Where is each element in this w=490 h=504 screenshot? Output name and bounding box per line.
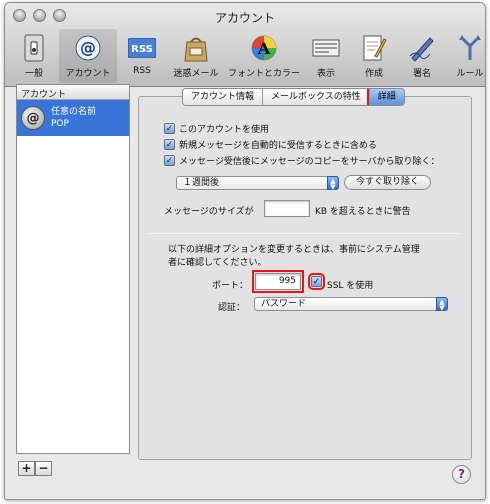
- select-arrows-icon: ▲ ▼: [327, 176, 339, 191]
- include-auto-check-label: 新規メッセージを自動的に受信するときに含める: [179, 141, 377, 151]
- signature-pen-icon: [407, 33, 437, 63]
- toolbar-signatures[interactable]: 署名: [399, 29, 445, 83]
- remove-copy-label: メッセージ受信後にメッセージのコピーをサーバから取り除く：: [179, 157, 440, 167]
- account-list: アカウント @ 任意の名前 POP: [16, 84, 130, 454]
- general-switch-icon: [19, 33, 49, 63]
- port-field[interactable]: 995: [252, 270, 304, 293]
- add-account-button[interactable]: +: [18, 461, 35, 476]
- rss-icon: RSS: [127, 33, 157, 63]
- toolbar-label: RSS: [133, 66, 151, 76]
- toolbar-label: 迷惑メール: [173, 69, 219, 79]
- font-color-icon: A: [249, 33, 279, 63]
- title-bar: アカウント 一般 @ アカウント RSS RSS 迷惑メール A フォントとカラ…: [5, 3, 485, 87]
- tab-mailbox-behaviors[interactable]: メールボックスの特性: [263, 89, 370, 105]
- svg-text:A: A: [257, 39, 271, 58]
- divider: [148, 233, 460, 234]
- checkbox-checked[interactable]: ✓: [311, 276, 322, 287]
- authentication-select[interactable]: パスワード ▲ ▼: [254, 297, 448, 312]
- account-type: POP: [51, 119, 69, 129]
- toolbar-label: 表示: [316, 69, 335, 79]
- tab-bar: アカウント情報 メールボックスの特性 詳細: [182, 88, 405, 106]
- tab-advanced[interactable]: 詳細: [366, 89, 404, 105]
- select-arrows-icon: ▲ ▼: [436, 297, 448, 312]
- toolbar-label: 作成: [364, 69, 383, 79]
- enable-account-label: このアカウントを使用: [179, 125, 270, 135]
- remove-after-select[interactable]: １週間後 ▲ ▼: [176, 176, 339, 191]
- toolbar-accounts[interactable]: @ アカウント: [59, 29, 117, 83]
- toolbar-fonts-colors[interactable]: A フォントとカラー: [227, 29, 301, 83]
- at-sign-icon: @: [21, 106, 45, 130]
- toolbar: 一般 @ アカウント RSS RSS 迷惑メール A フォントとカラー 表示 作…: [11, 29, 485, 83]
- toolbar-label: アカウント: [65, 69, 111, 79]
- notice-line-2: 者に確認してください。: [168, 258, 267, 268]
- toolbar-label: ルール: [456, 69, 484, 79]
- toolbar-rules[interactable]: ルール: [447, 29, 485, 83]
- auth-label: 認証：: [218, 303, 246, 313]
- tab-account-information[interactable]: アカウント情報: [183, 89, 264, 105]
- notice-line-1: 以下の詳細オプションを変更するときは、事前にシステム管理: [168, 245, 420, 255]
- remove-after-value: １週間後: [183, 178, 220, 188]
- svg-text:@: @: [80, 38, 96, 57]
- junk-mail-bag-icon: [181, 33, 211, 63]
- toolbar-general[interactable]: 一般: [11, 29, 57, 83]
- remove-copy-option[interactable]: ✓ メッセージ受信後にメッセージのコピーをサーバから取り除く：: [164, 154, 440, 167]
- toolbar-label: 署名: [412, 69, 431, 79]
- message-size-suffix: KB を超えるときに警告: [315, 207, 411, 217]
- account-row[interactable]: @ 任意の名前 POP: [17, 100, 129, 136]
- message-size-label: メッセージのサイズが: [164, 207, 254, 217]
- remove-now-button[interactable]: 今すぐ取り除く: [344, 175, 431, 190]
- account-list-controls: + −: [18, 461, 52, 476]
- ssl-checkbox-wrapper[interactable]: ✓: [308, 273, 325, 290]
- authentication-value: パスワード: [261, 299, 307, 309]
- checkbox-checked[interactable]: ✓: [164, 155, 175, 166]
- toolbar-label: フォントとカラー: [227, 69, 300, 79]
- toolbar-rss[interactable]: RSS RSS: [119, 29, 165, 83]
- include-auto-check-option[interactable]: ✓ 新規メッセージを自動的に受信するときに含める: [164, 138, 377, 151]
- toolbar-junk[interactable]: 迷惑メール: [167, 29, 225, 83]
- at-sign-icon: @: [73, 33, 103, 63]
- account-name: 任意の名前: [51, 107, 97, 117]
- toolbar-compose[interactable]: 作成: [351, 29, 397, 83]
- remove-account-button[interactable]: −: [35, 461, 52, 476]
- ssl-label: SSL を使用: [327, 281, 374, 291]
- window-title: アカウント: [214, 11, 275, 25]
- rules-icon: [455, 33, 485, 63]
- toolbar-label: 一般: [24, 69, 43, 79]
- help-button[interactable]: ?: [452, 465, 471, 484]
- message-size-field[interactable]: [264, 200, 310, 217]
- svg-text:RSS: RSS: [131, 44, 153, 55]
- checkbox-checked[interactable]: ✓: [164, 139, 175, 150]
- enable-account-option[interactable]: ✓ このアカウントを使用: [164, 122, 269, 135]
- toolbar-view[interactable]: 表示: [303, 29, 349, 83]
- account-list-header: アカウント: [17, 85, 129, 100]
- checkbox-checked[interactable]: ✓: [164, 123, 175, 134]
- view-icon: [311, 33, 341, 63]
- compose-icon: [359, 33, 389, 63]
- port-label: ポート：: [212, 281, 249, 291]
